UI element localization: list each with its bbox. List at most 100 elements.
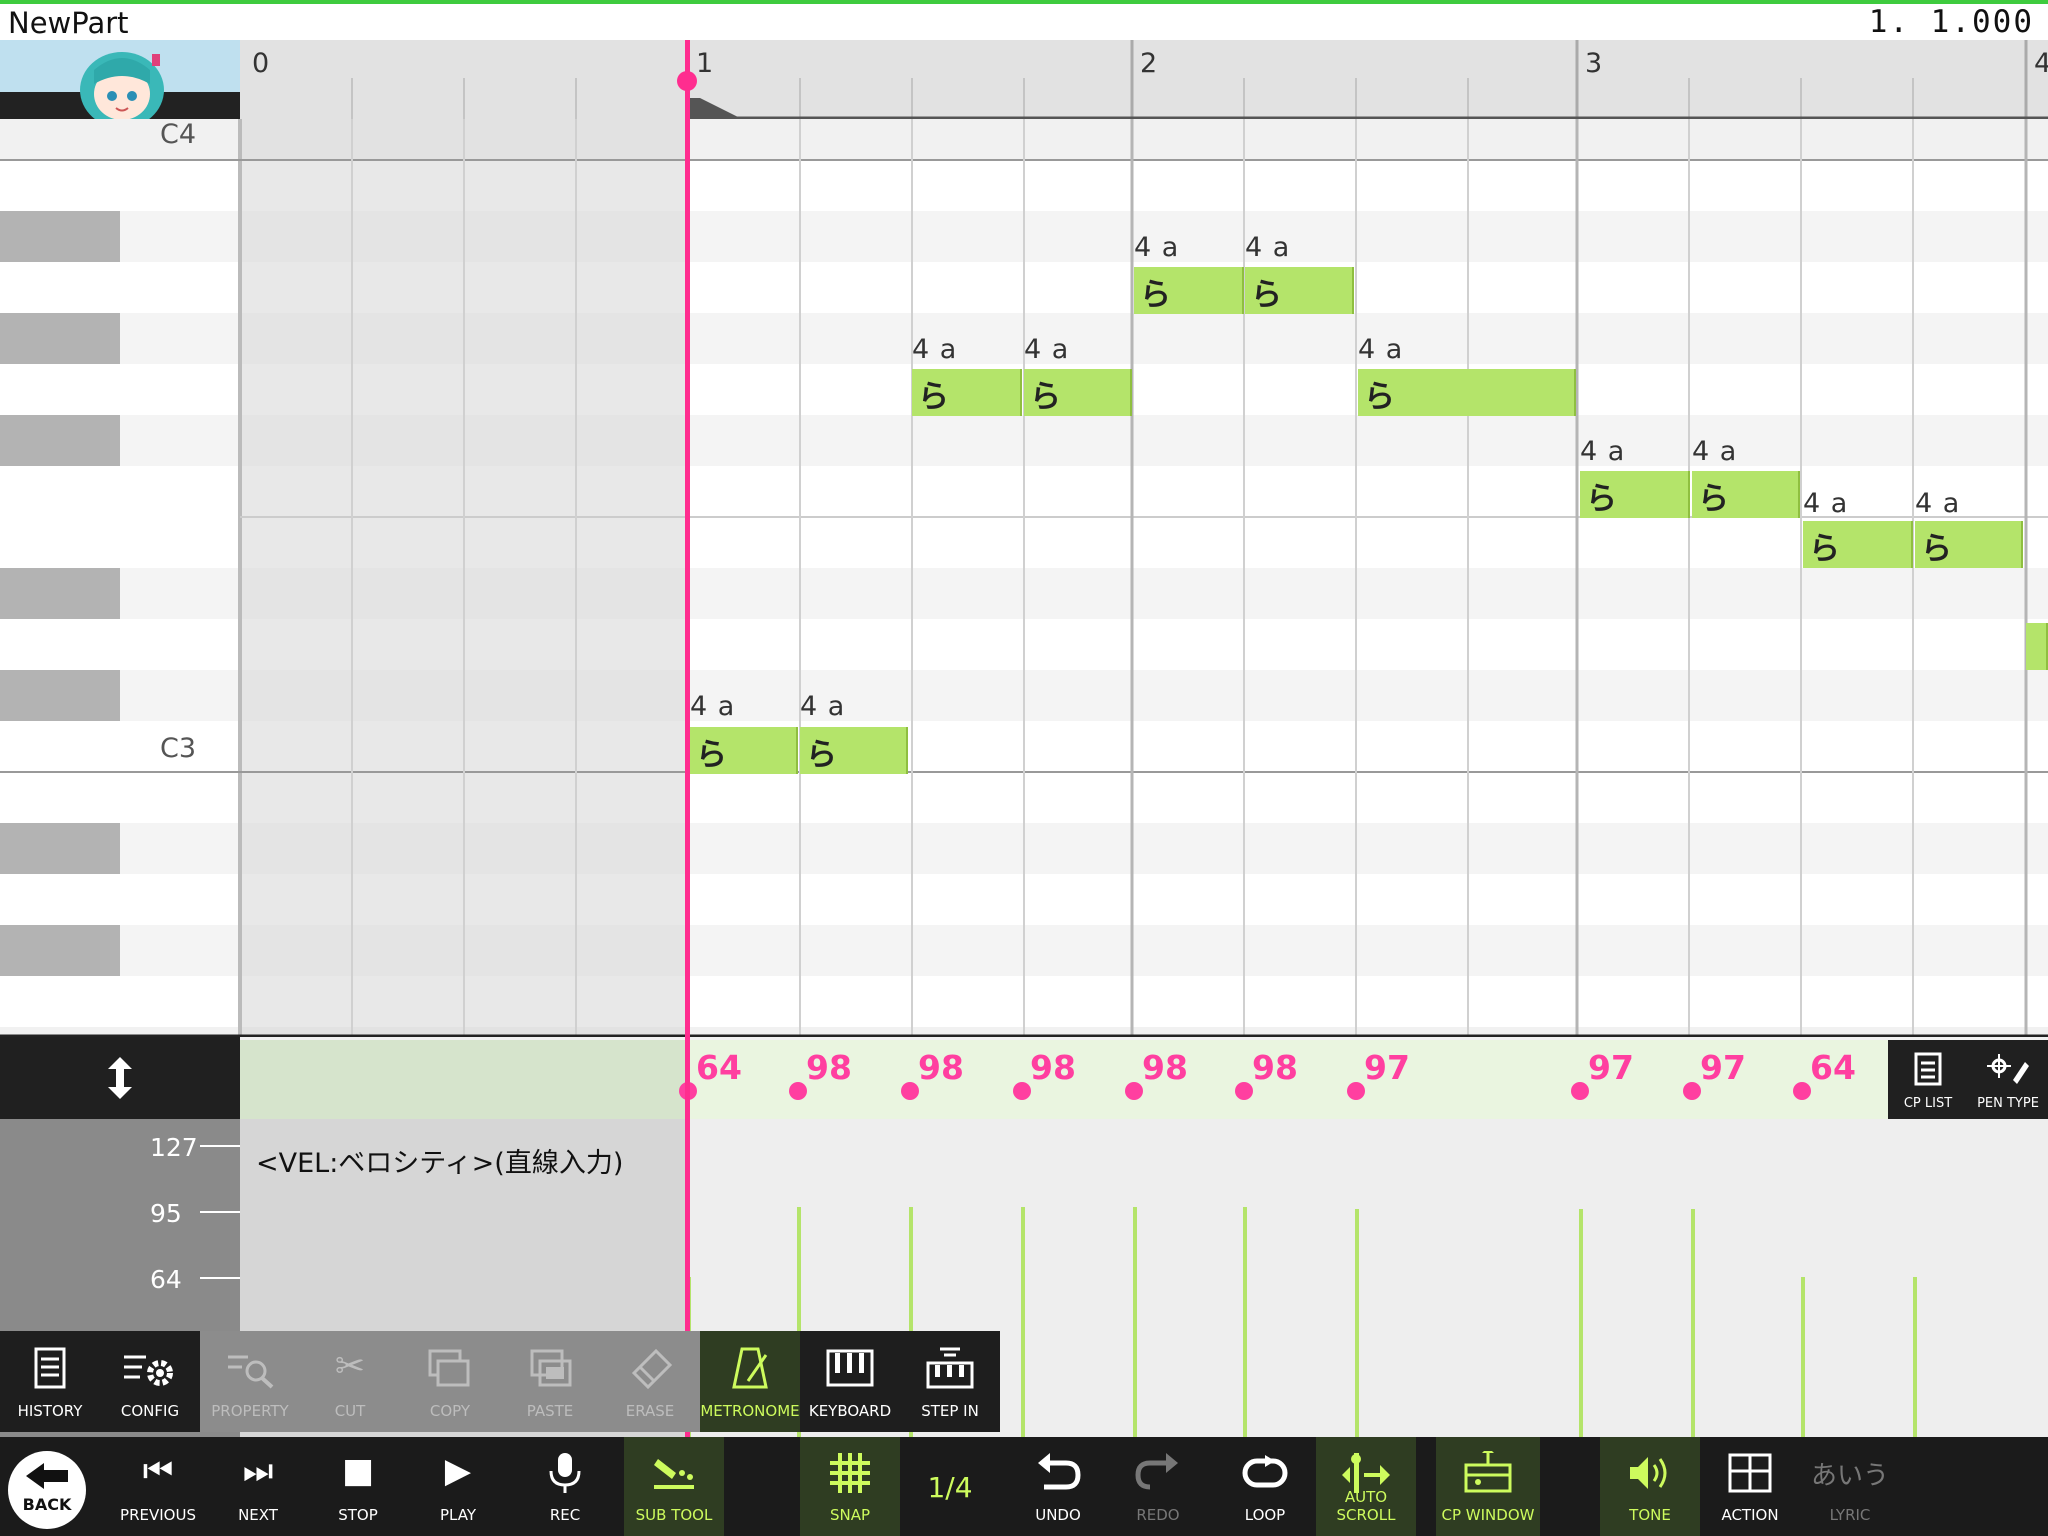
play-button[interactable]: ▶ PLAY bbox=[408, 1437, 508, 1536]
keyboard-button[interactable]: KEYBOARD bbox=[800, 1331, 900, 1432]
metronome-label: METRONOME bbox=[700, 1402, 800, 1420]
redo-button[interactable]: REDO bbox=[1108, 1437, 1208, 1536]
step-in-button[interactable]: STEP IN bbox=[900, 1331, 1000, 1432]
note-block[interactable]: ら bbox=[1245, 267, 1354, 314]
auto-scroll-button[interactable]: AUTO SCROLL bbox=[1316, 1437, 1416, 1536]
note-label: 4 a bbox=[1915, 488, 1961, 519]
playhead-handle[interactable] bbox=[677, 71, 697, 91]
note-label: 4 a bbox=[800, 691, 846, 722]
part-name[interactable]: NewPart bbox=[8, 6, 129, 40]
velocity-value-lane[interactable]: 64 98 98 98 98 98 97 97 97 64 bbox=[240, 1040, 1888, 1119]
skip-forward-icon: ⏭ bbox=[242, 1451, 274, 1491]
eraser-icon bbox=[631, 1348, 673, 1390]
previous-label: PREVIOUS bbox=[120, 1506, 196, 1524]
note-label: 4 a bbox=[1245, 232, 1291, 263]
note-block[interactable]: ら bbox=[800, 727, 908, 774]
top-bar: NewPart 1. 1.000 bbox=[0, 0, 2048, 40]
tone-label: TONE bbox=[1629, 1506, 1671, 1524]
position-readout: 1. 1.000 bbox=[1868, 4, 2034, 40]
scale-label-127: 127 bbox=[150, 1133, 198, 1162]
note-label: 4 a bbox=[690, 691, 736, 722]
cp-list-button[interactable]: CP LIST bbox=[1888, 1040, 1968, 1119]
back-button[interactable]: BACK bbox=[8, 1451, 86, 1529]
note-block[interactable]: ら bbox=[1024, 369, 1132, 416]
next-button[interactable]: ⏭ NEXT bbox=[208, 1437, 308, 1536]
action-button[interactable]: ACTION bbox=[1700, 1437, 1800, 1536]
note-lyric: ら bbox=[1698, 481, 1729, 517]
tone-button[interactable]: TONE bbox=[1600, 1437, 1700, 1536]
snap-value: 1/4 bbox=[927, 1471, 973, 1504]
note-block[interactable]: ら bbox=[1803, 521, 1913, 568]
note-block[interactable]: ら bbox=[690, 727, 798, 774]
bar-label-1: 1 bbox=[696, 48, 714, 79]
config-button[interactable]: CONFIG bbox=[100, 1331, 200, 1432]
note-lyric: ら bbox=[1809, 531, 1840, 567]
note-block[interactable]: ら bbox=[912, 369, 1022, 416]
note-lyric: ら bbox=[1586, 481, 1617, 517]
cut-button[interactable]: ✂ CUT bbox=[300, 1331, 400, 1432]
resize-handle-icon[interactable] bbox=[100, 1055, 140, 1101]
note-lyric: ら bbox=[918, 379, 949, 415]
action-icon bbox=[1728, 1453, 1772, 1493]
back-label: BACK bbox=[22, 1495, 72, 1514]
redo-label: REDO bbox=[1136, 1506, 1180, 1524]
singer-avatar-panel[interactable] bbox=[0, 40, 240, 119]
sub-tool-button[interactable]: SUB TOOL bbox=[624, 1437, 724, 1536]
undo-button[interactable]: UNDO bbox=[1008, 1437, 1108, 1536]
note-label: 4 a bbox=[1692, 436, 1738, 467]
rec-button[interactable]: REC bbox=[515, 1437, 615, 1536]
erase-button[interactable]: ERASE bbox=[600, 1331, 700, 1432]
velocity-value: 98 bbox=[806, 1048, 852, 1087]
loop-label: LOOP bbox=[1244, 1506, 1286, 1524]
cp-list-label: CP LIST bbox=[1903, 1096, 1953, 1111]
next-label: NEXT bbox=[238, 1506, 278, 1524]
note-block[interactable]: ら bbox=[1915, 521, 2023, 568]
snap-value-button[interactable]: 1/4 bbox=[900, 1437, 1000, 1536]
property-icon bbox=[228, 1355, 274, 1389]
property-button[interactable]: PROPERTY bbox=[200, 1331, 300, 1432]
snap-label: SNAP bbox=[829, 1506, 871, 1524]
cp-window-icon bbox=[1464, 1451, 1512, 1493]
metronome-button[interactable]: METRONOME bbox=[700, 1331, 800, 1432]
history-button[interactable]: HISTORY bbox=[0, 1331, 100, 1432]
loop-button[interactable]: LOOP bbox=[1215, 1437, 1315, 1536]
paste-button[interactable]: PASTE bbox=[500, 1331, 600, 1432]
scale-tick bbox=[200, 1145, 240, 1147]
pen-type-button[interactable]: PEN TYPE bbox=[1968, 1040, 2048, 1119]
grid-icon bbox=[830, 1453, 870, 1493]
rec-label: REC bbox=[549, 1506, 581, 1524]
history-icon bbox=[34, 1347, 66, 1389]
velocity-header bbox=[0, 1037, 240, 1119]
piano-roll[interactable]: C4 C3 4 a ら 4 a ら 4 a ら 4 a ら 4 a ら 4 a … bbox=[0, 119, 2048, 1037]
config-label: CONFIG bbox=[120, 1402, 180, 1420]
lyric-button[interactable]: あいう LYRIC bbox=[1800, 1437, 1900, 1536]
previous-button[interactable]: ⏮ PREVIOUS bbox=[108, 1437, 208, 1536]
note-lyric: ら bbox=[806, 737, 837, 773]
note-lyric: ら bbox=[1251, 277, 1282, 313]
transport-bar: BACK ⏮ PREVIOUS ⏭ NEXT ■ STOP ▶ PLAY REC… bbox=[0, 1437, 2048, 1536]
note-block[interactable]: ら bbox=[1134, 267, 1244, 314]
cp-window-button[interactable]: CP WINDOW bbox=[1436, 1437, 1540, 1536]
note-label: 4 a bbox=[1358, 334, 1404, 365]
note-lyric: ら bbox=[1364, 379, 1395, 415]
note-block[interactable]: ら bbox=[1580, 471, 1690, 518]
playhead[interactable] bbox=[685, 40, 690, 1437]
note-block[interactable]: ら bbox=[1358, 369, 1576, 416]
note-block[interactable]: ら bbox=[1692, 471, 1800, 518]
lyric-icon: あいう bbox=[1810, 1461, 1889, 1491]
scale-label-95: 95 bbox=[150, 1199, 182, 1228]
snap-button[interactable]: SNAP bbox=[800, 1437, 900, 1536]
sub-tool-bar: HISTORY CONFIG PROPERTY ✂ CUT COPY PASTE… bbox=[0, 1331, 1000, 1432]
note-block-partial[interactable] bbox=[2026, 623, 2048, 670]
erase-label: ERASE bbox=[625, 1402, 675, 1420]
cp-list-icon bbox=[1914, 1052, 1942, 1086]
keyboard-icon bbox=[826, 1349, 874, 1387]
note-lyric: ら bbox=[1140, 277, 1171, 313]
play-label: PLAY bbox=[439, 1506, 476, 1524]
undo-label: UNDO bbox=[1035, 1506, 1081, 1524]
config-icon bbox=[124, 1355, 173, 1386]
copy-button[interactable]: COPY bbox=[400, 1331, 500, 1432]
pen-type-icon bbox=[1987, 1054, 2029, 1084]
timeline-ruler[interactable]: 0 1 2 3 4 bbox=[240, 40, 2048, 119]
stop-button[interactable]: ■ STOP bbox=[308, 1437, 408, 1536]
